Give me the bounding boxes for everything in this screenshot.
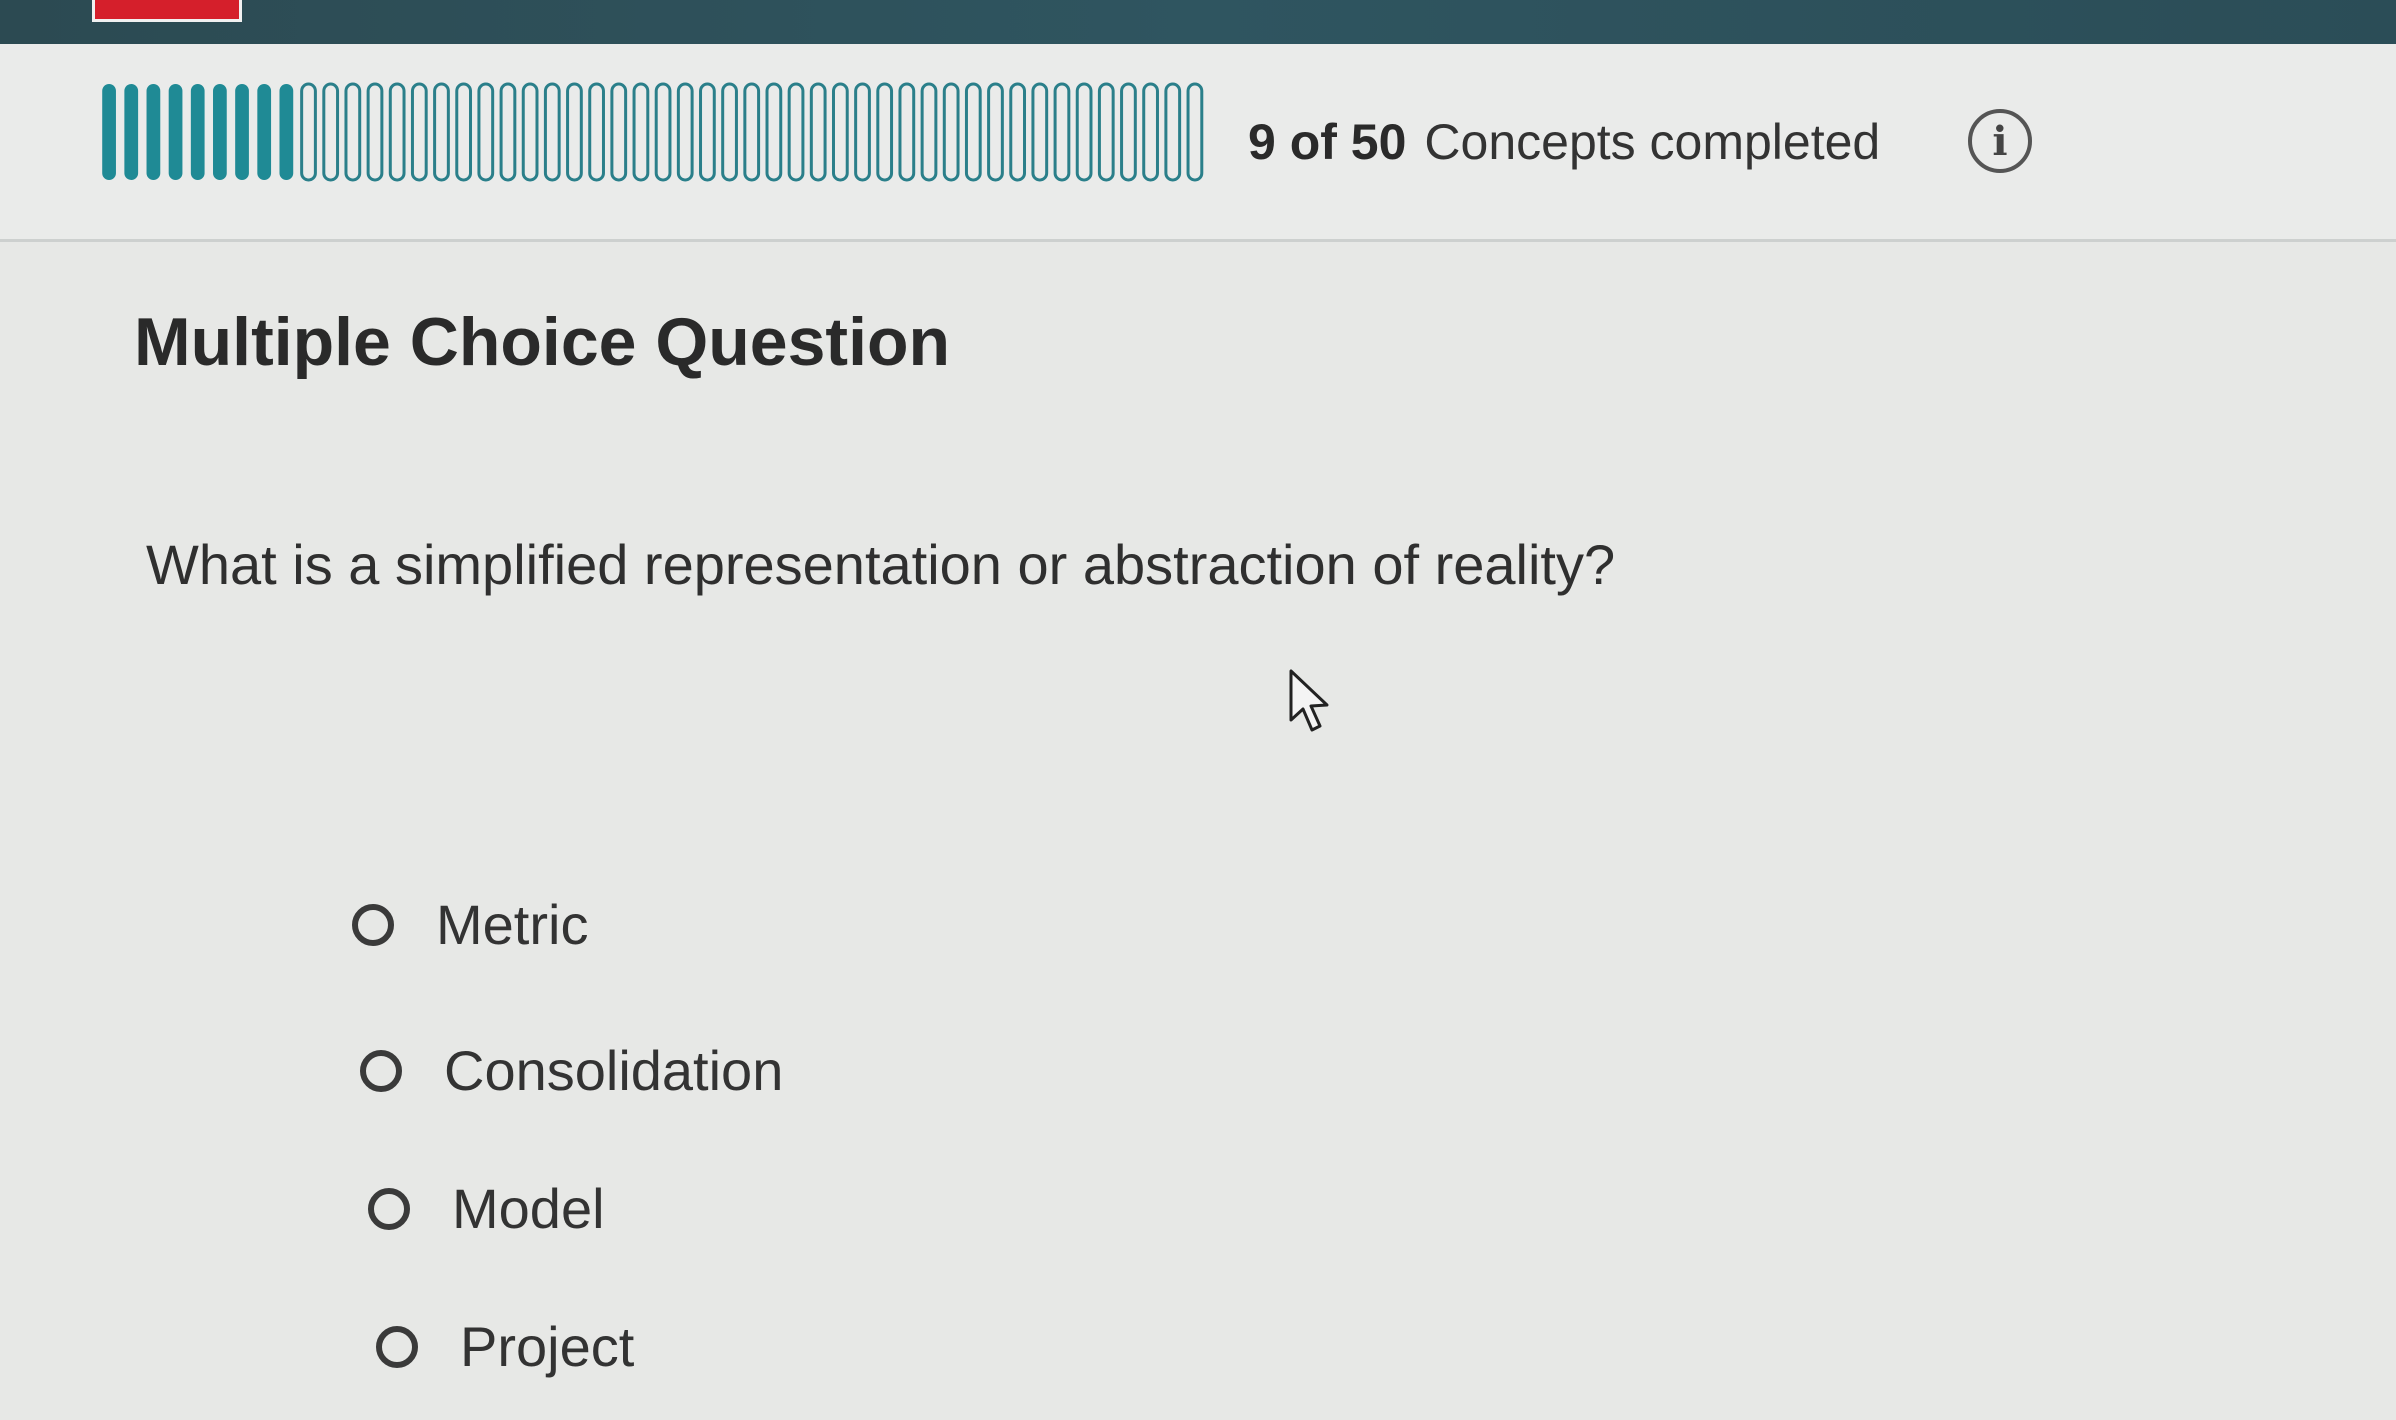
progress-segment-incomplete [699, 82, 716, 182]
progress-segment-incomplete [521, 82, 539, 182]
progress-segment-incomplete [322, 82, 340, 182]
progress-segment-complete [279, 84, 294, 180]
progress-segment-incomplete [300, 82, 317, 182]
progress-segment-incomplete [987, 82, 1004, 182]
progress-segment-complete [190, 84, 205, 180]
progress-segment-incomplete [920, 82, 938, 182]
answer-option-metric[interactable]: Metric [352, 890, 588, 960]
progress-segment-incomplete [410, 82, 428, 182]
progress-segment-incomplete [809, 82, 827, 182]
progress-segment-incomplete [1097, 82, 1115, 182]
progress-segment-incomplete [898, 82, 916, 182]
answer-option-model[interactable]: Model [368, 1174, 605, 1244]
progress-segment-incomplete [1186, 82, 1204, 182]
answer-option-label: Model [452, 1177, 605, 1240]
progress-segment-incomplete [566, 82, 583, 182]
top-app-bar [0, 0, 2396, 44]
progress-segment-incomplete [455, 82, 473, 182]
progress-segment-complete [102, 84, 116, 180]
progress-segment-incomplete [964, 82, 982, 182]
progress-segment-complete [168, 84, 183, 180]
question-type-heading: Multiple Choice Question [134, 304, 951, 380]
progress-segment-incomplete [854, 82, 871, 182]
progress-segment-incomplete [1053, 82, 1071, 182]
progress-segment-incomplete [632, 82, 650, 182]
progress-segment-incomplete [477, 82, 495, 182]
progress-segment-incomplete [654, 82, 672, 182]
progress-segment-incomplete [543, 82, 561, 182]
progress-segment-incomplete [610, 82, 628, 182]
progress-segment-incomplete [1009, 82, 1027, 182]
radio-unselected-icon[interactable] [360, 1050, 402, 1092]
radio-unselected-icon[interactable] [368, 1188, 410, 1230]
progress-segment-incomplete [743, 82, 761, 182]
progress-segment-incomplete [876, 82, 894, 182]
brand-logo [92, 0, 242, 22]
answer-option-project[interactable]: Project [376, 1312, 634, 1382]
info-glyph: i [1992, 117, 2008, 165]
concept-progress-bar [102, 82, 1204, 182]
progress-segment-complete [235, 84, 249, 180]
info-circle-icon[interactable]: i [1968, 109, 2032, 173]
progress-count: 9 of 50 [1248, 114, 1407, 170]
progress-segment-complete [124, 84, 139, 180]
progress-segment-incomplete [721, 82, 738, 182]
progress-segment-incomplete [1142, 82, 1159, 182]
answer-option-consolidation[interactable]: Consolidation [360, 1036, 783, 1106]
progress-segment-complete [146, 84, 161, 180]
mouse-pointer-icon [1289, 669, 1329, 732]
answer-option-label: Metric [436, 893, 589, 956]
progress-segment-complete [213, 84, 227, 180]
answer-option-label: Project [460, 1315, 635, 1378]
progress-segment-incomplete [588, 82, 605, 182]
progress-segment-incomplete [344, 82, 362, 182]
progress-segment-incomplete [765, 82, 783, 182]
progress-segment-complete [257, 84, 272, 180]
progress-segment-incomplete [1164, 82, 1182, 182]
progress-segment-incomplete [366, 82, 384, 182]
progress-status: 9 of 50 Concepts completed [1248, 112, 1880, 172]
question-prompt: What is a simplified representation or a… [146, 533, 1616, 596]
progress-segment-incomplete [787, 82, 805, 182]
progress-segment-incomplete [1075, 82, 1093, 182]
progress-segment-incomplete [942, 82, 960, 182]
radio-unselected-icon[interactable] [352, 904, 394, 946]
progress-segment-incomplete [388, 82, 406, 182]
answer-option-label: Consolidation [444, 1039, 784, 1102]
progress-segment-incomplete [499, 82, 517, 182]
radio-unselected-icon[interactable] [376, 1326, 418, 1368]
progress-segment-incomplete [831, 82, 849, 182]
progress-segment-incomplete [433, 82, 450, 182]
progress-segment-incomplete [676, 82, 694, 182]
progress-label: Concepts completed [1424, 114, 1881, 170]
progress-segment-incomplete [1120, 82, 1137, 182]
progress-segment-incomplete [1031, 82, 1049, 182]
